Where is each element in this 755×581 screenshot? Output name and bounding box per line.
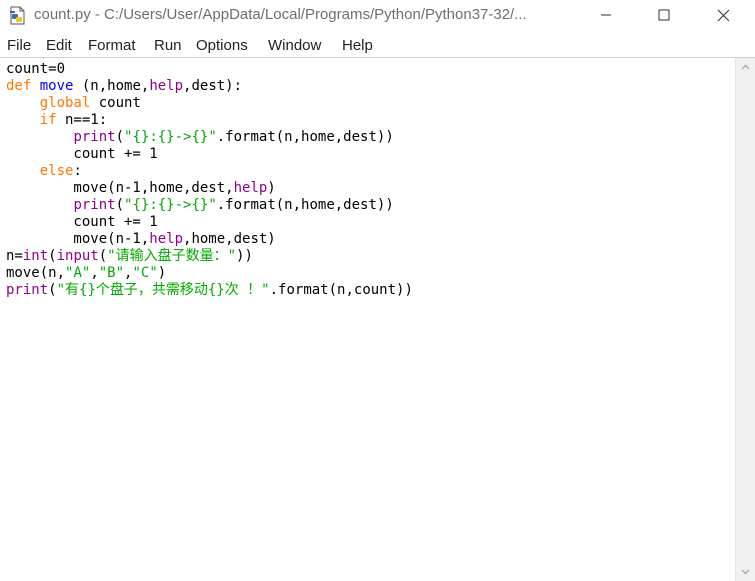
code-token: (: [98, 248, 108, 264]
code-token: count += 1: [6, 214, 158, 230]
maximize-icon: [658, 9, 670, 21]
menu-options[interactable]: Options: [196, 37, 248, 54]
code-token: "C": [132, 265, 158, 281]
code-token: n==1:: [56, 112, 108, 128]
code-token: print: [6, 282, 49, 298]
code-line: move(n,"A","B","C"): [6, 265, 166, 282]
code-token: "B": [98, 265, 125, 281]
code-token: .format(n,home,dest)): [216, 129, 394, 145]
code-token: n=: [6, 248, 23, 264]
menu-file[interactable]: File: [7, 37, 31, 54]
code-line: move(n-1,home,dest,help): [6, 180, 276, 197]
code-line: def move (n,home,help,dest):: [6, 78, 242, 95]
code-token: help: [233, 180, 268, 196]
chevron-down-icon: [741, 569, 750, 575]
code-token: def: [6, 78, 32, 94]
code-token: (: [115, 129, 125, 145]
code-line: count=0: [6, 61, 65, 78]
menu-run[interactable]: Run: [154, 37, 182, 54]
code-token: print: [73, 129, 116, 145]
scroll-down-button[interactable]: [736, 563, 755, 581]
code-token: "有{}个盘子，共需移动{}次 ！": [56, 282, 270, 298]
menu-window[interactable]: Window: [268, 37, 321, 54]
python-file-icon: [10, 6, 25, 25]
code-token: ,dest):: [183, 78, 243, 94]
code-token: move(n,: [6, 265, 66, 281]
code-line: print("{}:{}->{}".format(n,home,dest)): [6, 129, 394, 146]
code-token: (: [48, 282, 57, 298]
menu-help[interactable]: Help: [342, 37, 373, 54]
code-line: move(n-1,help,home,dest): [6, 231, 276, 248]
code-token: "{}:{}->{}": [124, 129, 217, 145]
code-token: int: [22, 248, 49, 264]
code-token: move(n-1,home,dest,: [6, 180, 234, 196]
code-line: global count: [6, 95, 141, 112]
code-token: count += 1: [6, 146, 158, 162]
menu-bar: File Edit Format Run Options Window Help: [0, 32, 755, 58]
code-token: count=0: [6, 61, 66, 77]
code-token: (n,home,: [73, 78, 150, 94]
code-line: count += 1: [6, 146, 158, 163]
code-token: )): [236, 248, 253, 264]
chevron-up-icon: [741, 64, 750, 70]
code-token: input: [56, 248, 99, 264]
idle-editor-window: count.py - C:/Users/User/AppData/Local/P…: [0, 0, 755, 581]
window-title: count.py - C:/Users/User/AppData/Local/P…: [34, 6, 527, 23]
code-token: .format(n,count)): [269, 282, 413, 298]
title-bar[interactable]: count.py - C:/Users/User/AppData/Local/P…: [0, 0, 755, 32]
code-token: help: [149, 231, 184, 247]
code-token: (: [48, 248, 57, 264]
code-token: "请输入盘子数量：": [107, 248, 237, 264]
code-token: move: [39, 78, 74, 94]
maximize-button[interactable]: [635, 0, 693, 30]
close-button[interactable]: [694, 0, 752, 30]
code-token: if: [39, 112, 57, 128]
code-token: global: [39, 95, 91, 111]
minimize-button[interactable]: [577, 0, 635, 30]
code-token: help: [149, 78, 184, 94]
code-token: "A": [65, 265, 91, 281]
code-token: ): [157, 265, 167, 281]
code-line: print("有{}个盘子，共需移动{}次 ！".format(n,count)…: [6, 282, 413, 299]
code-line: if n==1:: [6, 112, 107, 129]
code-token: ,home,dest): [183, 231, 276, 247]
code-token: (: [115, 197, 125, 213]
code-line: print("{}:{}->{}".format(n,home,dest)): [6, 197, 394, 214]
menu-edit[interactable]: Edit: [46, 37, 72, 54]
code-token: :: [73, 163, 82, 179]
vertical-scrollbar[interactable]: [735, 58, 755, 581]
minimize-icon: [601, 14, 611, 16]
code-token: count: [90, 95, 141, 111]
code-token: .format(n,home,dest)): [216, 197, 394, 213]
scroll-up-button[interactable]: [736, 58, 755, 76]
code-line: count += 1: [6, 214, 158, 231]
menu-format[interactable]: Format: [88, 37, 136, 54]
code-token: ,: [90, 265, 99, 281]
code-token: move(n-1,: [6, 231, 150, 247]
code-line: else:: [6, 163, 82, 180]
code-token: print: [73, 197, 116, 213]
close-icon: [717, 9, 729, 21]
code-token: "{}:{}->{}": [124, 197, 217, 213]
code-token: else: [39, 163, 74, 179]
code-line: n=int(input("请输入盘子数量：")): [6, 248, 253, 265]
code-token: ): [267, 180, 276, 196]
code-editor[interactable]: count=0 def move (n,home,help,dest): glob…: [0, 58, 735, 581]
